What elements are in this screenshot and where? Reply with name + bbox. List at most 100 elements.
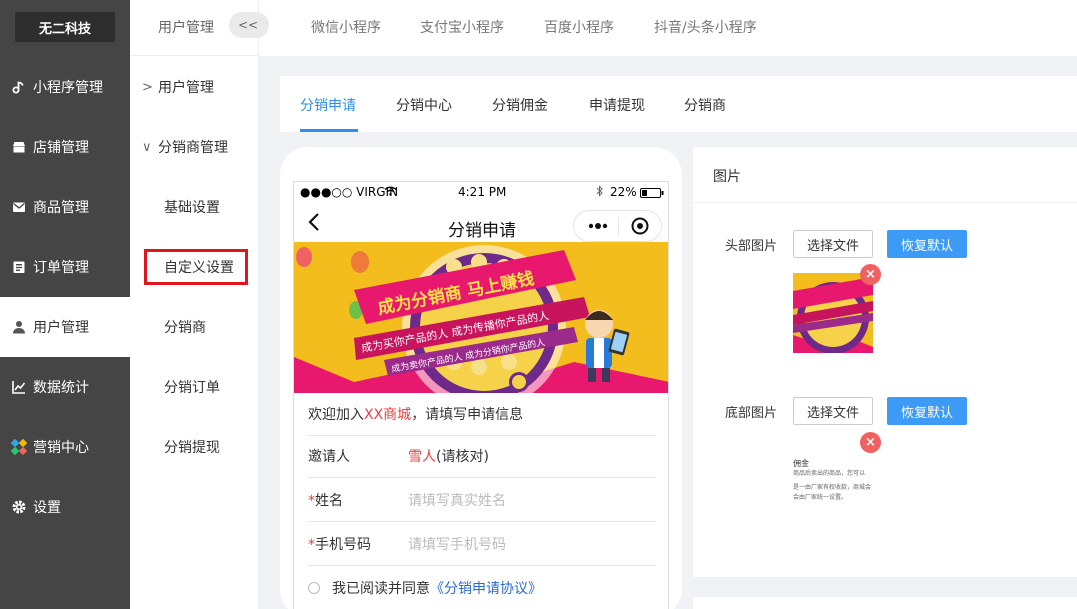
image-section-title: 图片: [713, 169, 741, 185]
header-restore-default-button[interactable]: 恢复默认: [887, 230, 967, 258]
chevron-down-icon: ∨: [142, 139, 152, 155]
inviter-note: (请核对): [436, 448, 489, 465]
nav-item-marketing[interactable]: 营销中心: [0, 417, 130, 477]
more-icon[interactable]: [587, 216, 609, 240]
secondary-sidebar-title: 用户管理: [158, 20, 214, 36]
sub-item-custom-settings[interactable]: 自定义设置: [130, 237, 259, 297]
content-tabs: 分销申请 分销中心 分销佣金 申请提现 分销商: [280, 76, 1077, 132]
sub-item-label: 分销提现: [164, 440, 220, 456]
sub-item-basic-settings[interactable]: 基础设置: [130, 177, 259, 237]
delete-footer-image-icon[interactable]: ×: [860, 432, 881, 453]
sub-item-distributors[interactable]: 分销商: [130, 297, 259, 357]
chart-icon: [11, 379, 27, 395]
divider: [693, 202, 1077, 203]
link-icon: [11, 79, 27, 95]
welcome-shop-name: XX商城: [364, 406, 412, 423]
welcome-row: 欢迎加入 XX商城 ，请填写申请信息: [308, 392, 656, 436]
tab-distribution-center[interactable]: 分销中心: [396, 95, 452, 115]
nav-label: 店铺管理: [33, 140, 89, 156]
header-image-label: 头部图片: [725, 239, 778, 254]
sub-item-label: 分销订单: [164, 380, 220, 396]
nav-label: 订单管理: [33, 260, 89, 276]
name-label-text: 姓名: [315, 492, 343, 509]
store-icon: [11, 139, 27, 155]
battery-icon: [640, 187, 664, 201]
header-choose-file-button[interactable]: 选择文件: [793, 230, 873, 258]
image-settings-card: 图片 头部图片 选择文件 恢复默认 × 底部图片 选择文件 恢复默认 佣金 商品…: [693, 147, 1077, 577]
tab-distributors[interactable]: 分销商: [684, 95, 726, 115]
status-bar: ●●●○○ VIRGIN 4:21 PM 22%: [294, 182, 668, 202]
wifi-icon: [384, 185, 397, 199]
footer-thumb-line: 是一由厂家有权收款，商城会: [793, 484, 872, 491]
nav-item-miniprogram[interactable]: 小程序管理: [0, 57, 130, 117]
nav-item-store[interactable]: 店铺管理: [0, 117, 130, 177]
marketing-icon: [11, 439, 27, 455]
sub-item-label: 基础设置: [164, 200, 220, 216]
footer-thumb-line: 商品后卖出的商品，您可以: [793, 470, 866, 477]
phone-number-input[interactable]: 请填写手机号码: [408, 534, 506, 554]
logo: 无二科技: [15, 12, 115, 42]
sub-item-distribution-orders[interactable]: 分销订单: [130, 357, 259, 417]
name-label: *姓名: [308, 490, 408, 510]
nav-label: 小程序管理: [33, 80, 103, 96]
sub-group-label: 用户管理: [158, 80, 214, 96]
sub-item-distribution-withdraw[interactable]: 分销提现: [130, 417, 259, 477]
welcome-prefix: 欢迎加入: [308, 406, 364, 423]
nav-item-goods[interactable]: 商品管理: [0, 177, 130, 237]
secondary-sidebar: 用户管理 > 用户管理 ∨ 分销商管理 基础设置 自定义设置 分销商 分销订单 …: [130, 0, 259, 609]
phone-nav-bar: 分销申请: [294, 202, 668, 242]
distributor-banner: 成为分销商 马上赚钱 成为买你产品的人 成为传播你产品的人 成为卖你产品的人 成…: [294, 242, 668, 409]
phone-number-label: *手机号码: [308, 534, 408, 554]
tab-baidu-miniprogram[interactable]: 百度小程序: [544, 17, 614, 37]
tab-wechat-miniprogram[interactable]: 微信小程序: [311, 17, 381, 37]
nav-label: 数据统计: [33, 380, 89, 396]
highlight-box: [144, 249, 248, 285]
mail-icon: [11, 199, 27, 215]
active-tab-indicator: [300, 129, 358, 132]
next-section-card: [693, 597, 1077, 609]
name-row: *姓名 请填写真实姓名: [308, 478, 656, 522]
inviter-label: 邀请人: [308, 448, 350, 465]
required-mark: *: [308, 492, 315, 509]
footer-choose-file-button[interactable]: 选择文件: [793, 397, 873, 425]
sub-group-user-management[interactable]: > 用户管理: [130, 57, 259, 117]
sub-group-label: 分销商管理: [158, 140, 228, 156]
footer-restore-default-button[interactable]: 恢复默认: [887, 397, 967, 425]
welcome-suffix: ，请填写申请信息: [411, 406, 524, 423]
footer-thumb-line: 佣金: [793, 459, 809, 468]
nav-item-settings[interactable]: 设置: [0, 477, 130, 537]
miniprogram-capsule: [573, 210, 662, 242]
tab-distribution-apply[interactable]: 分销申请: [300, 95, 356, 115]
phone-screen: ●●●○○ VIRGIN 4:21 PM 22% 分销申请 成为分销商 马上赚钱…: [293, 181, 669, 609]
required-mark: *: [308, 536, 315, 553]
tab-apply-withdraw[interactable]: 申请提现: [589, 95, 645, 115]
footer-thumb-line: 会由厂家统一设置。: [793, 494, 848, 501]
status-time: 4:21 PM: [458, 185, 507, 199]
close-miniprogram-icon[interactable]: [630, 216, 650, 240]
name-input[interactable]: 请填写真实姓名: [408, 490, 506, 510]
nav-item-users[interactable]: 用户管理: [0, 297, 130, 357]
agreement-link[interactable]: 《分销申请协议》: [430, 578, 542, 598]
user-icon: [11, 319, 27, 335]
tab-distribution-commission[interactable]: 分销佣金: [492, 95, 548, 115]
bluetooth-icon: [596, 185, 603, 200]
sub-group-distributor-management[interactable]: ∨ 分销商管理: [130, 117, 259, 177]
tab-alipay-miniprogram[interactable]: 支付宝小程序: [420, 17, 504, 37]
inviter-row: 邀请人 雪人 (请核对): [308, 434, 656, 478]
battery-percent: 22%: [610, 185, 637, 199]
tab-douyin-miniprogram[interactable]: 抖音/头条小程序: [654, 17, 757, 37]
chevron-right-icon: >: [142, 79, 153, 95]
nav-item-orders[interactable]: 订单管理: [0, 237, 130, 297]
collapse-sidebar-button[interactable]: <<: [229, 12, 269, 38]
nav-label: 设置: [33, 500, 61, 516]
nav-label: 商品管理: [33, 200, 89, 216]
gear-icon: [11, 499, 27, 515]
agree-radio[interactable]: [308, 582, 320, 594]
top-bar: 微信小程序 支付宝小程序 百度小程序 抖音/头条小程序: [259, 0, 1077, 56]
delete-header-image-icon[interactable]: ×: [860, 264, 881, 285]
agreement-row: 我已阅读并同意 《分销申请协议》: [308, 566, 656, 609]
clipboard-icon: [11, 259, 27, 275]
phone-number-label-text: 手机号码: [315, 536, 371, 553]
header-image-thumbnail: [793, 273, 873, 353]
nav-item-stats[interactable]: 数据统计: [0, 357, 130, 417]
